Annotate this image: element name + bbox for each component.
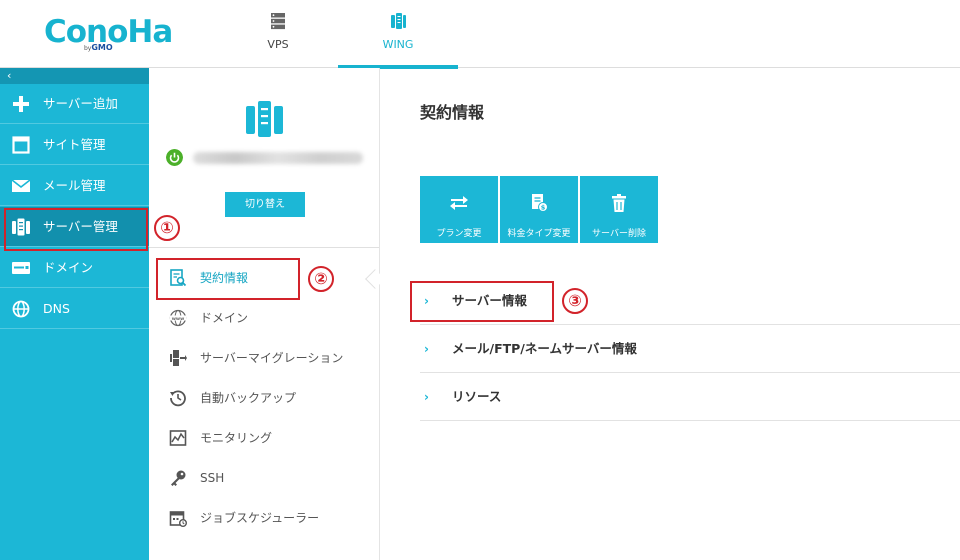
migration-icon <box>170 350 187 366</box>
accordion-mail-ftp-nameserver-info[interactable]: › メール/FTP/ネームサーバー情報 <box>420 325 960 373</box>
sidebar-item-label: メール管理 <box>43 178 106 193</box>
action-label: プラン変更 <box>436 229 482 239</box>
tab-wing[interactable]: WING <box>338 0 458 69</box>
billing-type-icon: $ <box>532 194 548 212</box>
submenu-item-label: ドメイン <box>200 311 249 325</box>
submenu-item-ssh[interactable]: SSH <box>149 458 379 498</box>
plus-icon <box>13 96 29 112</box>
sidebar-item-label: サーバー追加 <box>43 96 118 111</box>
submenu-item-monitoring[interactable]: モニタリング <box>149 418 379 458</box>
submenu-item-domain[interactable]: www ドメイン <box>149 298 379 338</box>
switch-server-button[interactable]: 切り替え <box>225 192 305 217</box>
window-icon <box>12 136 30 154</box>
trash-icon <box>612 194 626 212</box>
action-label: 料金タイプ変更 <box>507 229 571 239</box>
annotation-box-3 <box>410 281 554 322</box>
sidebar-item-label: ドメイン <box>43 260 94 275</box>
billing-type-change-button[interactable]: $ 料金タイプ変更 <box>500 176 578 243</box>
svg-text:www: www <box>172 317 184 322</box>
accordion-label: リソース <box>452 389 502 404</box>
annotation-number-3: ③ <box>562 288 588 314</box>
sidebar-item-mail-management[interactable]: メール管理 <box>0 166 149 206</box>
chevron-right-icon: › <box>424 342 429 356</box>
submenu-item-server-migration[interactable]: サーバーマイグレーション <box>149 338 379 378</box>
sidebar-item-site-management[interactable]: サイト管理 <box>0 125 149 165</box>
sidebar-item-add-server[interactable]: サーバー追加 <box>0 84 149 124</box>
phone-server-icon <box>391 13 406 29</box>
svg-text:$: $ <box>541 204 546 212</box>
calendar-icon <box>169 511 187 527</box>
page: ConoHa byGMO VPS WING ‹ サーバー追加 サイト管理 メール… <box>0 0 960 560</box>
submenu-item-label: SSH <box>200 471 225 485</box>
tab-wing-label: WING <box>382 38 414 51</box>
sidebar-item-label: DNS <box>43 301 70 316</box>
main-sidebar: ‹ サーバー追加 サイト管理 メール管理 サーバー管理 ドメイン DNS <box>0 68 149 560</box>
sidebar-item-domain[interactable]: ドメイン <box>0 248 149 288</box>
submenu-item-label: モニタリング <box>200 431 273 445</box>
server-submenu-panel: 切り替え 契約情報 www ドメイン サーバーマイグレーション 自動バックアップ… <box>149 68 380 560</box>
plan-change-button[interactable]: プラン変更 <box>420 176 498 243</box>
server-icon <box>246 101 283 137</box>
sidebar-collapse-button[interactable]: ‹ <box>0 68 149 84</box>
delete-server-button[interactable]: サーバー削除 <box>580 176 658 243</box>
mail-icon <box>11 179 31 192</box>
logo-gmo: byGMO <box>84 43 113 52</box>
key-icon <box>171 470 186 486</box>
chevron-right-icon: › <box>424 390 429 404</box>
server-name-blurred <box>193 152 363 164</box>
accordion-resources[interactable]: › リソース <box>420 373 960 421</box>
sidebar-item-dns[interactable]: DNS <box>0 289 149 329</box>
www-globe-icon: www <box>169 309 187 327</box>
submenu-item-label: ジョブスケジューラー <box>200 511 320 525</box>
page-title: 契約情報 <box>420 103 485 122</box>
submenu-item-label: 自動バックアップ <box>200 391 297 405</box>
tab-vps[interactable]: VPS <box>238 0 318 68</box>
tab-vps-label: VPS <box>267 38 289 51</box>
annotation-number-2: ② <box>308 266 334 292</box>
annotation-box-2 <box>156 258 300 300</box>
annotation-number-1: ① <box>154 215 180 241</box>
swap-arrows-icon <box>450 196 468 210</box>
submenu-item-job-scheduler[interactable]: ジョブスケジューラー <box>149 498 379 538</box>
accordion-label: メール/FTP/ネームサーバー情報 <box>452 341 637 356</box>
server-stack-icon <box>271 13 285 30</box>
top-header: ConoHa byGMO VPS WING <box>0 0 960 69</box>
conoha-logo[interactable]: ConoHa byGMO <box>44 13 174 57</box>
sidebar-item-label: サイト管理 <box>43 137 106 152</box>
backup-clock-icon <box>170 390 186 407</box>
submenu-item-auto-backup[interactable]: 自動バックアップ <box>149 378 379 418</box>
selected-server-card: 切り替え <box>149 68 379 248</box>
submenu-item-label: サーバーマイグレーション <box>200 351 344 365</box>
globe-icon <box>12 300 30 318</box>
annotation-box-1 <box>4 208 148 251</box>
monitor-chart-icon <box>169 430 187 446</box>
power-status-icon <box>166 149 183 166</box>
action-label: サーバー削除 <box>592 229 646 239</box>
domain-icon <box>12 262 30 274</box>
